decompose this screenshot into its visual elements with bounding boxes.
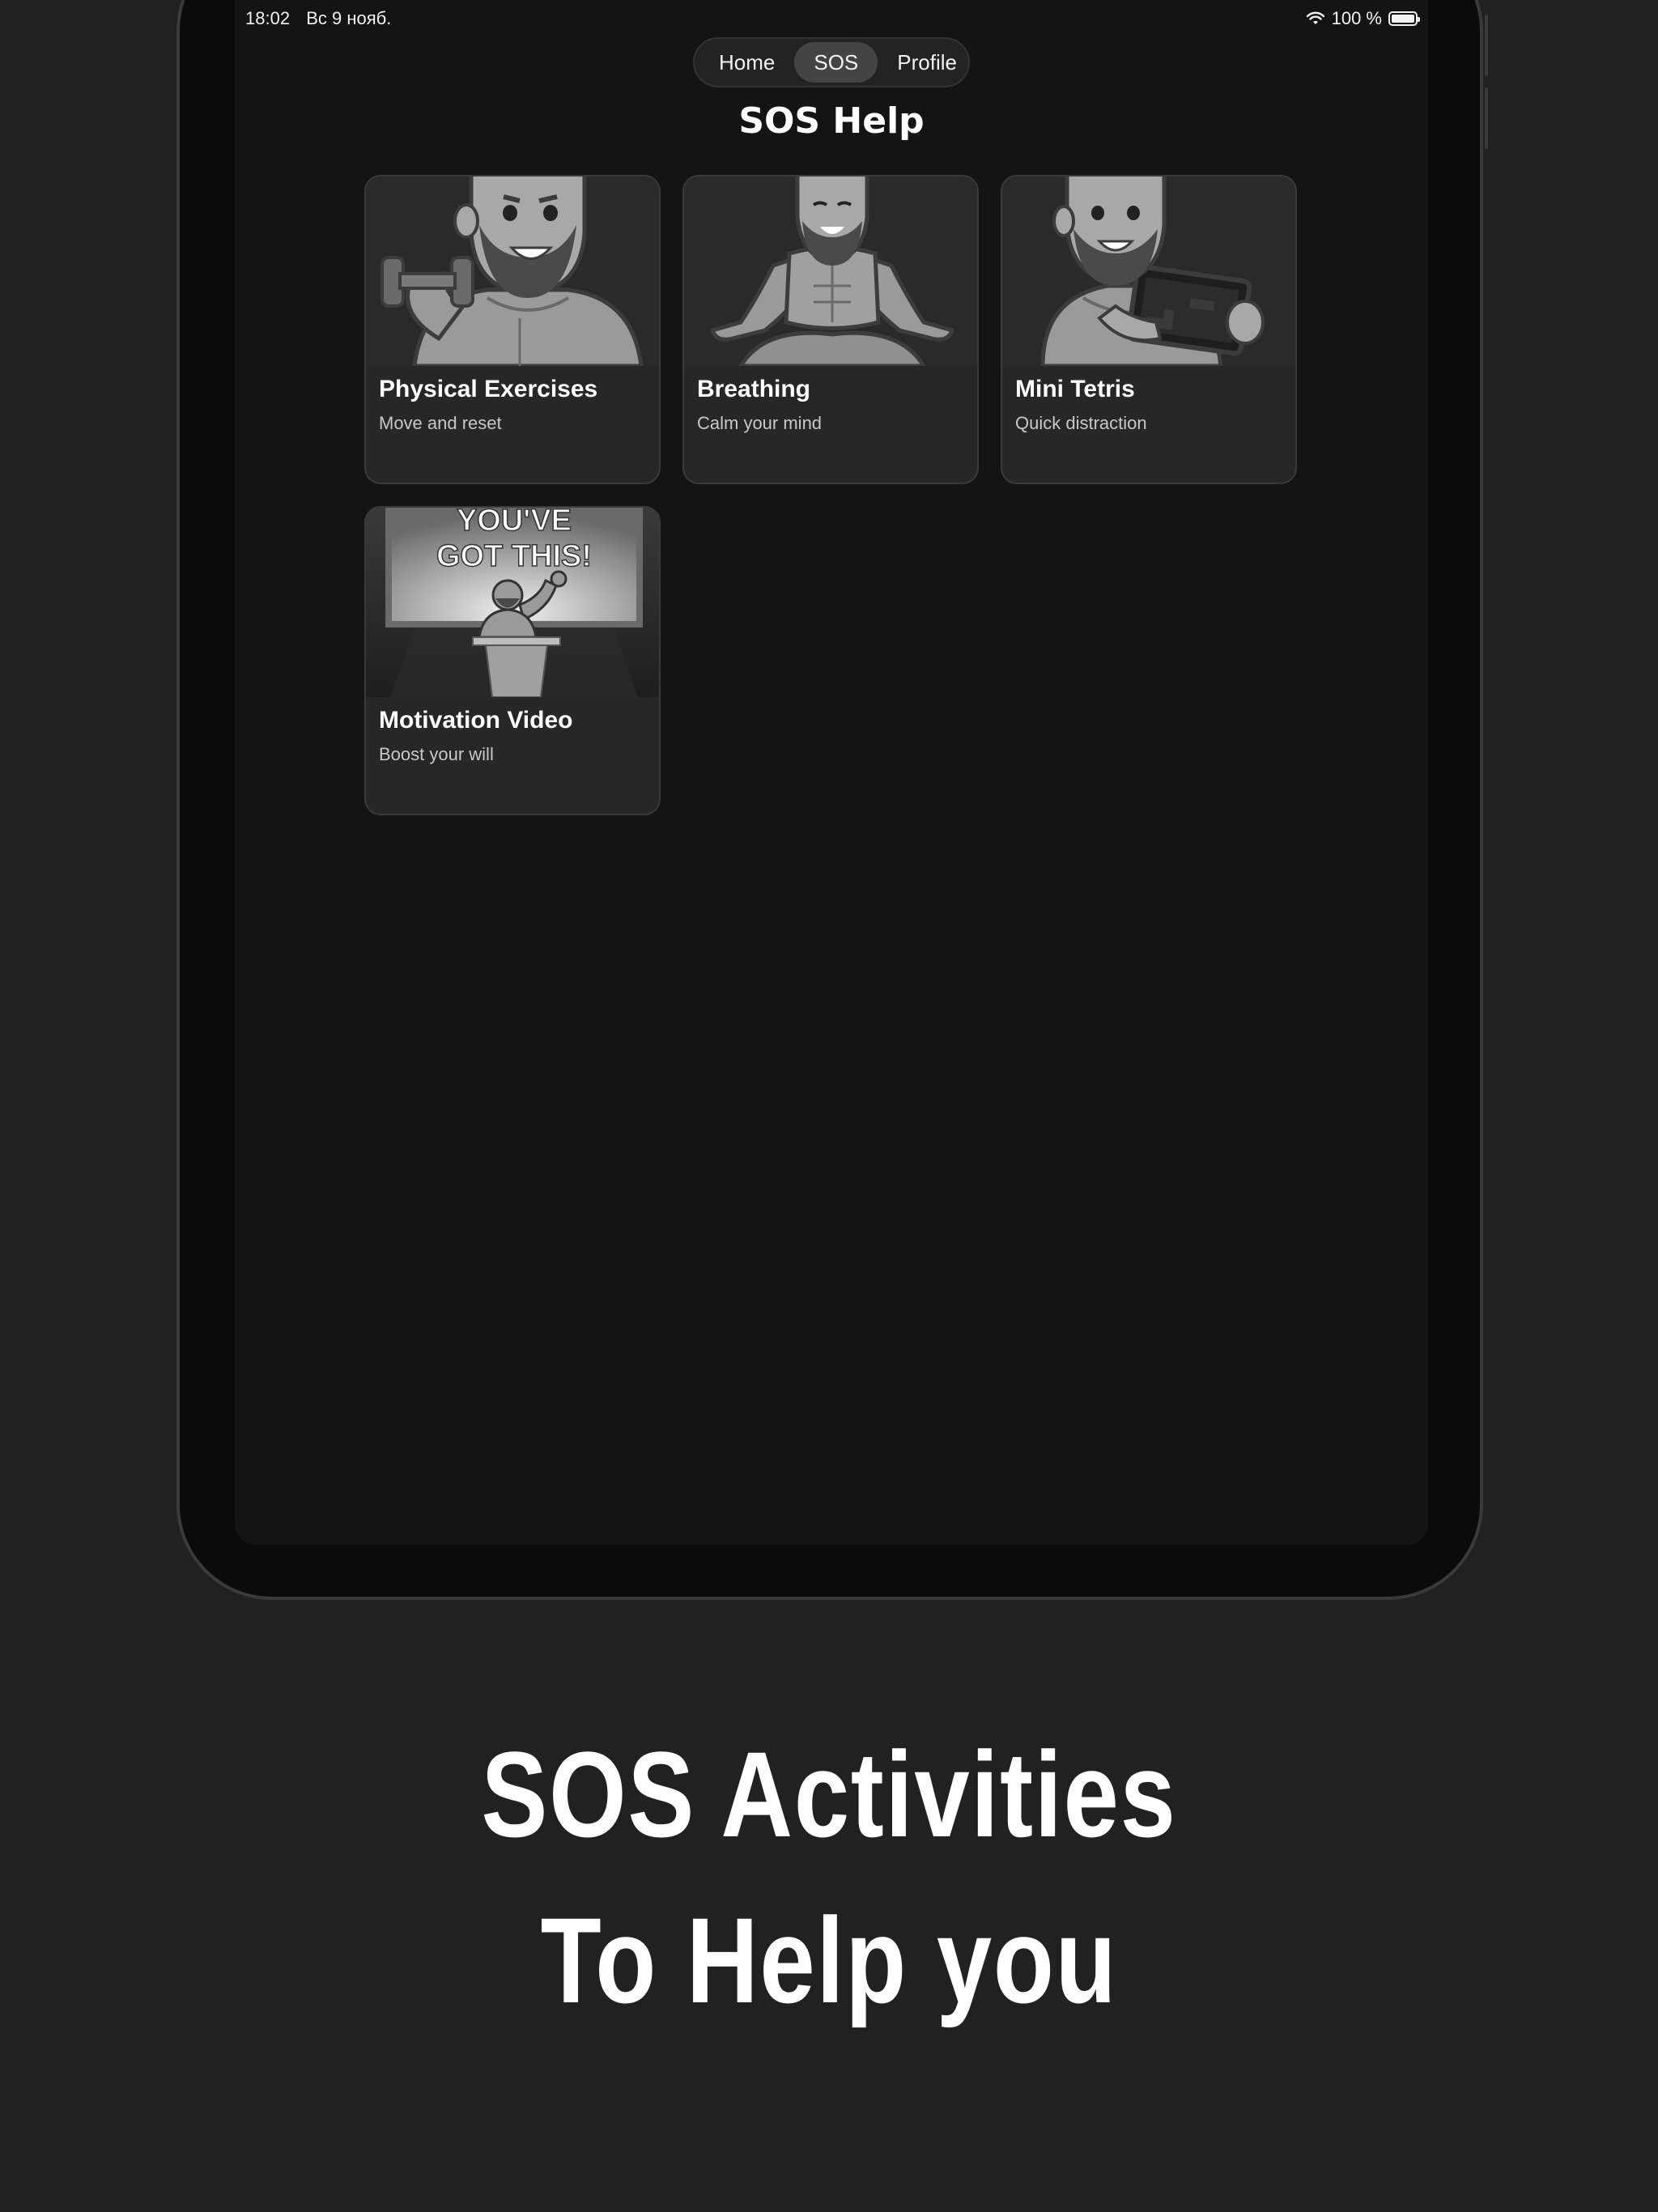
card-breathing[interactable]: Breathing Calm your mind	[682, 175, 979, 484]
wifi-icon	[1306, 11, 1324, 24]
card-title: Mini Tetris	[1015, 376, 1135, 402]
volume-button-down	[1485, 87, 1488, 149]
card-title: Motivation Video	[379, 707, 573, 734]
segmented-nav: Home SOS Profile	[693, 37, 970, 87]
muscleman-tablet-icon	[1002, 177, 1295, 366]
tablet-screen: 18:02 Вс 9 нояб. 100 % Home SOS Profile …	[235, 0, 1428, 1545]
card-physical-exercises[interactable]: Physical Exercises Move and reset	[364, 175, 661, 484]
page-title: SOS Help	[738, 100, 925, 142]
tab-sos[interactable]: SOS	[794, 42, 878, 83]
tab-home[interactable]: Home	[699, 42, 794, 83]
muscleman-meditating-icon	[684, 177, 977, 366]
muscleman-dumbbell-icon	[366, 177, 659, 366]
art-headline-2: GOT THIS!	[436, 539, 592, 573]
card-subtitle: Boost your will	[379, 744, 494, 764]
card-subtitle: Move and reset	[379, 413, 502, 433]
card-mini-tetris[interactable]: Mini Tetris Quick distraction	[1001, 175, 1297, 484]
card-subtitle: Calm your mind	[697, 413, 823, 433]
volume-button-up	[1485, 15, 1488, 76]
status-date: Вс 9 нояб.	[306, 8, 392, 28]
motivation-screen-icon: YOU'VE GOT THIS!	[366, 508, 659, 697]
card-subtitle: Quick distraction	[1015, 413, 1147, 433]
art-headline-1: YOU'VE	[457, 508, 572, 538]
tab-profile[interactable]: Profile	[878, 42, 976, 83]
card-title: Breathing	[697, 376, 811, 402]
battery-percent: 100 %	[1331, 8, 1382, 28]
promo-line-2: To Help you	[540, 1892, 1118, 2028]
battery-icon	[1388, 11, 1420, 26]
card-title: Physical Exercises	[379, 376, 598, 402]
status-time: 18:02	[245, 8, 291, 28]
promo-line-1: SOS Activities	[481, 1726, 1177, 1862]
card-motivation-video[interactable]: YOU'VE GOT THIS! Motivation Video Boost …	[364, 506, 661, 815]
status-bar: 18:02 Вс 9 нояб. 100 %	[245, 8, 1420, 29]
